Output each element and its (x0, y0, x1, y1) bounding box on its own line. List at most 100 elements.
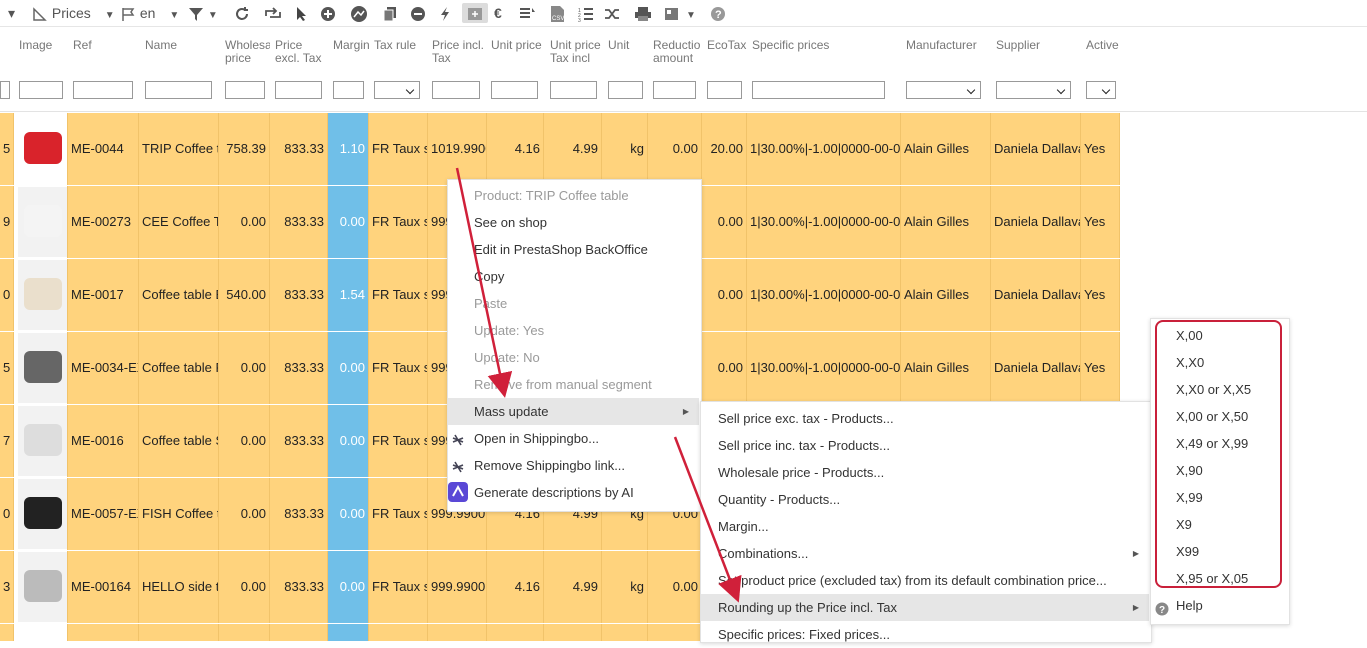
context-menu-item[interactable]: Open in Shippingbo... (448, 425, 699, 452)
mass-update-item[interactable]: Sell price exc. tax - Products... (701, 405, 1149, 432)
cell-name[interactable]: FISH Coffee t (139, 478, 219, 550)
cell-supplier[interactable]: Daniela Dallava (991, 332, 1081, 404)
cell-name[interactable]: Coffee table E (139, 259, 219, 331)
cell-tax-rule[interactable]: FR Taux s (369, 186, 428, 258)
filter-tax-rule-select[interactable] (374, 81, 420, 99)
cell-ref[interactable]: ME-0034-EX (68, 332, 139, 404)
col-header-unit-price-incl[interactable]: Unit price Tax incl (550, 39, 601, 65)
col-header-ref[interactable]: Ref (73, 39, 92, 52)
filter-active-select[interactable] (1086, 81, 1116, 99)
mass-update-item[interactable]: Combinations... ▶ (701, 540, 1149, 567)
filter-image[interactable] (19, 81, 63, 99)
cell-price-excl[interactable]: 833.33 (270, 186, 328, 258)
col-header-specific-prices[interactable]: Specific prices (752, 39, 829, 52)
cell-price-incl[interactable]: 999.9900 (428, 551, 487, 623)
filter-ecotax[interactable] (707, 81, 742, 99)
cell-wholesale[interactable]: 0.00 (219, 405, 270, 477)
mass-update-item[interactable]: Rounding up the Price incl. Tax ▶ (701, 594, 1149, 621)
cell-ecotax[interactable]: 0.00 (702, 186, 747, 258)
cell-price-excl[interactable]: 833.33 (270, 332, 328, 404)
cell-price-excl[interactable]: 833.33 (270, 113, 328, 185)
cell-id[interactable]: 3 (0, 551, 14, 623)
shuffle-button[interactable] (604, 3, 620, 23)
currency-button[interactable]: € (494, 3, 502, 23)
filter-wholesale[interactable] (225, 81, 265, 99)
cell-margin[interactable]: 0.00 (328, 332, 369, 404)
cell-wholesale[interactable]: 0.00 (219, 551, 270, 623)
cell-ref[interactable]: ME-00273 (68, 186, 139, 258)
cell-specific[interactable]: 1|30.00%|-1.00|0000-00-00 (747, 332, 901, 404)
col-header-price-excl[interactable]: Price excl. Tax (275, 39, 321, 65)
cell-wholesale[interactable]: 540.00 (219, 259, 270, 331)
cell-id[interactable]: 0 (0, 259, 14, 331)
duplicate-button[interactable] (382, 3, 398, 23)
filter-unit[interactable] (608, 81, 643, 99)
cell-ref[interactable]: ME-0016 (68, 405, 139, 477)
cell-active[interactable]: Yes (1081, 332, 1120, 404)
cell-tax-rule[interactable]: FR Taux s (369, 259, 428, 331)
mass-update-item[interactable]: Specific prices: Fixed prices... (701, 621, 1149, 648)
col-header-unit-price[interactable]: Unit price (491, 39, 542, 52)
print-button[interactable] (634, 3, 652, 23)
cell-tax-rule[interactable]: FR Taux s (369, 551, 428, 623)
filter-unit-price[interactable] (491, 81, 538, 99)
mass-update-item[interactable]: Wholesale price - Products... (701, 459, 1149, 486)
cell-wholesale[interactable]: 758.39 (219, 113, 270, 185)
col-header-wholesale[interactable]: Wholesa price (225, 39, 270, 65)
col-header-tax-rule[interactable]: Tax rule (374, 39, 416, 52)
cell-margin[interactable]: 0.00 (328, 186, 369, 258)
remove-button[interactable] (410, 3, 426, 23)
cell-price-excl[interactable]: 833.33 (270, 259, 328, 331)
cell-active[interactable]: Yes (1081, 259, 1120, 331)
col-header-reduction[interactable]: Reduction amount (653, 39, 701, 65)
filter-price-excl[interactable] (275, 81, 322, 99)
cell-margin[interactable]: 0.00 (328, 478, 369, 550)
cell-wholesale[interactable]: 0.00 (219, 332, 270, 404)
cell-unit-price-incl[interactable]: 4.99 (544, 113, 602, 185)
mass-update-item[interactable]: Quantity - Products... (701, 486, 1149, 513)
cell-tax-rule[interactable]: FR Taux s (369, 478, 428, 550)
cell-reduction[interactable]: 0.00 (648, 551, 702, 623)
rounding-help-item[interactable]: ? Help (1151, 592, 1287, 619)
col-header-margin[interactable]: Margin (333, 39, 370, 52)
filter-button[interactable]: ▼ (188, 3, 218, 23)
cell-ref[interactable]: ME-00164 (68, 551, 139, 623)
col-header-unit[interactable]: Unit (608, 39, 629, 52)
cell-unit-price-incl[interactable]: 4.99 (544, 551, 602, 623)
cell-unit-price[interactable]: 4.16 (487, 551, 544, 623)
cell-id[interactable]: 5 (0, 332, 14, 404)
cell-supplier[interactable]: Daniela Dallava (991, 186, 1081, 258)
context-menu-item[interactable]: Copy (448, 263, 699, 290)
filter-price-incl[interactable] (432, 81, 480, 99)
add-button[interactable] (320, 3, 336, 23)
filter-name[interactable] (145, 81, 212, 99)
cell-margin[interactable]: 1.54 (328, 259, 369, 331)
cell-unit[interactable]: kg (602, 113, 648, 185)
cell-tax-rule[interactable]: FR Taux s (369, 332, 428, 404)
col-header-ecotax[interactable]: EcoTax (707, 39, 746, 52)
cell-wholesale[interactable]: 0.00 (219, 478, 270, 550)
layout-button[interactable]: ▼ (664, 3, 696, 23)
view-selector[interactable]: Prices ▼ (32, 3, 115, 23)
cell-price-incl[interactable]: 1019.9900 (428, 113, 487, 185)
col-header-name[interactable]: Name (145, 39, 177, 52)
cell-id[interactable]: 5 (0, 113, 14, 185)
cell-unit-price[interactable]: 4.16 (487, 113, 544, 185)
cell-price-excl[interactable]: 833.33 (270, 478, 328, 550)
ordered-list-button[interactable]: 123 (578, 3, 594, 24)
context-menu-item[interactable]: See on shop (448, 209, 699, 236)
sync-button[interactable] (264, 3, 282, 23)
context-menu-item[interactable]: Mass update ▶ (448, 398, 699, 425)
cell-name[interactable]: CEE Coffee T (139, 186, 219, 258)
cell-id[interactable]: 9 (0, 186, 14, 258)
cell-margin[interactable]: 0.00 (328, 551, 369, 623)
quick-action-button[interactable] (438, 3, 452, 23)
cell-name[interactable]: TRIP Coffee t (139, 113, 219, 185)
col-header-image[interactable]: Image (19, 39, 52, 52)
cell-active[interactable]: Yes (1081, 186, 1120, 258)
filter-reduction[interactable] (653, 81, 696, 99)
cell-specific[interactable]: 1|30.00%|-1.00|0000-00-00 (747, 113, 901, 185)
col-header-price-incl[interactable]: Price incl. Tax (432, 39, 484, 65)
mass-update-item[interactable]: Sell price inc. tax - Products... (701, 432, 1149, 459)
filter-manufacturer-select[interactable] (906, 81, 981, 99)
